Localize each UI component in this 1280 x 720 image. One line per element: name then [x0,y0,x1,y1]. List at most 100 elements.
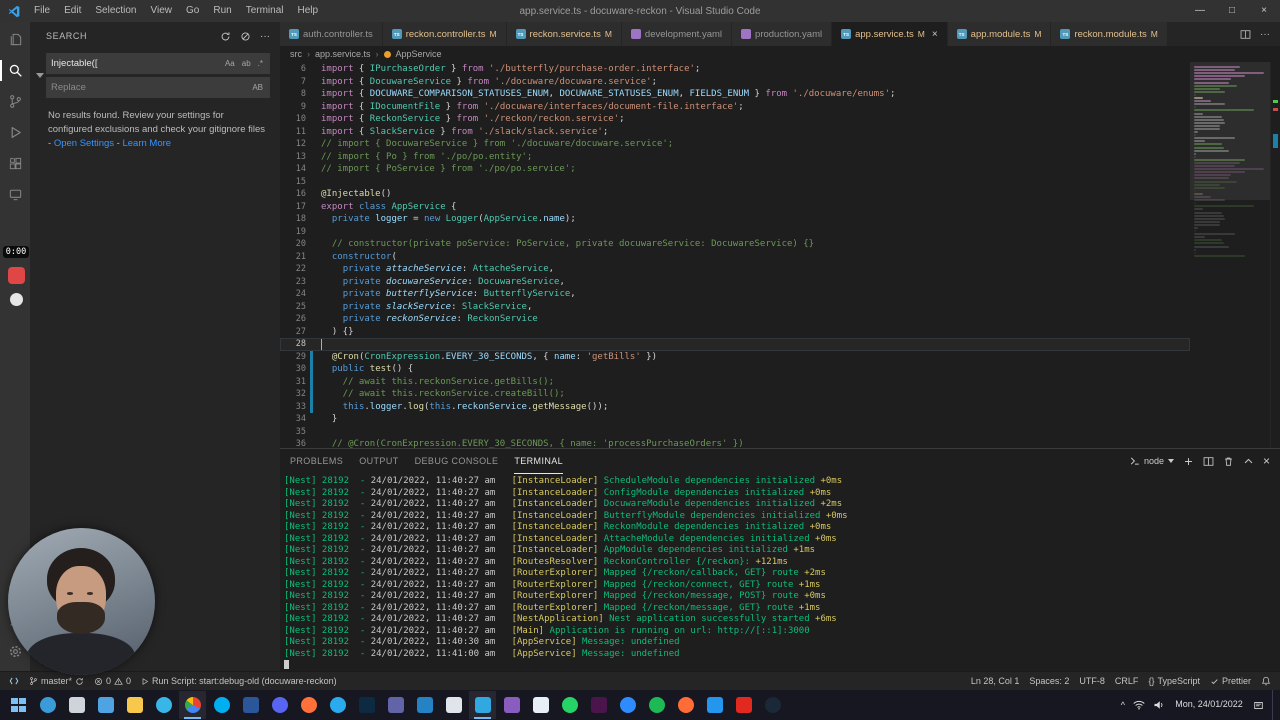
taskbar-slack-icon[interactable] [585,691,612,719]
tab-reckon.module.ts[interactable]: TS reckon.module.ts M [1051,22,1168,46]
split-terminal-icon[interactable] [1203,456,1214,467]
tray-chevron-up-icon[interactable]: ^ [1121,700,1125,710]
code-line[interactable]: 27 ) {} [280,326,1190,339]
volume-icon[interactable] [1153,700,1165,710]
code-line[interactable]: 6 import { IPurchaseOrder } from './butte… [280,63,1190,76]
taskbar-steam-icon[interactable] [759,691,786,719]
taskbar-postman-icon[interactable] [672,691,699,719]
code-line[interactable]: 17 export class AppService { [280,201,1190,214]
taskbar-mail-icon[interactable] [92,691,119,719]
tab-app.module.ts[interactable]: TS app.module.ts M [947,22,1052,46]
menu-run[interactable]: Run [206,0,238,22]
tab-production.yaml[interactable]: production.yaml [732,22,833,46]
eol-sequence[interactable]: CRLF [1110,672,1144,690]
taskbar-firefox-icon[interactable] [295,691,322,719]
action-center-icon[interactable] [1253,700,1264,711]
taskbar-visual-studio-icon[interactable] [498,691,525,719]
maximize-panel-icon[interactable] [1243,456,1254,467]
tab-reckon.service.ts[interactable]: TS reckon.service.ts M [506,22,622,46]
whole-word-toggle[interactable]: ab [240,59,253,68]
show-desktop-button[interactable] [1272,690,1277,720]
match-case-toggle[interactable]: Aa [223,59,237,68]
breadcrumb-symbol[interactable]: AppService [396,49,442,59]
maximize-icon[interactable]: □ [1216,0,1248,22]
taskbar-calculator-icon[interactable] [440,691,467,719]
notifications-bell[interactable] [1256,672,1276,690]
code-line[interactable]: 26 private reckonService: ReckonService [280,313,1190,326]
taskbar-word-icon[interactable] [237,691,264,719]
activity-explorer-icon[interactable] [0,24,30,55]
tab-auth.controller.ts[interactable]: TS auth.controller.ts [280,22,383,46]
minimap[interactable] [1190,62,1270,448]
code-line[interactable]: 16 @Injectable() [280,188,1190,201]
tab-problems[interactable]: PROBLEMS [290,449,343,474]
code-line[interactable]: 9 import { IDocumentFile } from './docuwa… [280,101,1190,114]
wifi-icon[interactable] [1133,700,1145,710]
activity-run-debug-icon[interactable] [0,117,30,148]
activity-source-control-icon[interactable] [0,86,30,117]
taskbar-telegram-icon[interactable] [324,691,351,719]
code-line[interactable]: 11 import { SlackService } from './slack/… [280,126,1190,139]
terminal-output[interactable]: [Nest] 28192 - 24/01/2022, 11:40:27 am [… [280,473,1280,671]
code-line[interactable]: 28 [280,338,1190,351]
terminal-shell-select[interactable]: node [1130,456,1174,466]
taskbar-docker-icon[interactable] [701,691,728,719]
taskbar-spotify-icon[interactable] [643,691,670,719]
menu-view[interactable]: View [144,0,180,22]
minimize-icon[interactable]: — [1184,0,1216,22]
formatter-status[interactable]: Prettier [1205,672,1256,690]
code-line[interactable]: 8 import { DOCUWARE_COMPARISON_STATUSES_E… [280,88,1190,101]
regex-toggle[interactable]: .* [256,59,265,68]
tab-output[interactable]: OUTPUT [359,449,398,474]
code-line[interactable]: 29 @Cron(CronExpression.EVERY_30_SECONDS… [280,350,1190,363]
breadcrumb-file[interactable]: app.service.ts [315,49,371,59]
more-editor-actions-icon[interactable]: ··· [1260,29,1270,40]
taskbar-chrome-icon[interactable] [179,691,206,719]
code-line[interactable]: 23 private docuwareService: DocuwareServ… [280,276,1190,289]
menu-file[interactable]: File [27,0,57,22]
split-editor-icon[interactable] [1240,29,1251,40]
menu-selection[interactable]: Selection [88,0,143,22]
code-line[interactable]: 19 [280,226,1190,239]
taskbar-outlook-icon[interactable] [411,691,438,719]
tab-app.service.ts[interactable]: TS app.service.ts M × [832,22,948,46]
taskbar-zoom-icon[interactable] [614,691,641,719]
breadcrumb-folder[interactable]: src [290,49,302,59]
taskbar-teams-icon[interactable] [382,691,409,719]
toggle-replace-icon[interactable] [34,50,46,101]
language-mode[interactable]: {} TypeScript [1143,672,1205,690]
code-editor[interactable]: 6 import { IPurchaseOrder } from './butte… [280,62,1190,448]
encoding[interactable]: UTF-8 [1074,672,1110,690]
code-line[interactable]: 21 constructor( [280,251,1190,264]
code-line[interactable]: 10 import { ReckonService } from './recko… [280,113,1190,126]
close-panel-icon[interactable]: × [1263,454,1270,468]
code-line[interactable]: 7 import { DocuwareService } from './docu… [280,76,1190,89]
code-line[interactable]: 35 [280,426,1190,439]
replace-all-button[interactable]: AB [250,83,265,92]
tab-development.yaml[interactable]: development.yaml [621,22,733,46]
code-line[interactable]: 33 this.logger.log(this.reckonService.ge… [280,400,1190,413]
clear-search-results-icon[interactable] [240,31,251,42]
taskbar-photoshop-icon[interactable] [353,691,380,719]
code-line[interactable]: 15 [280,176,1190,189]
taskbar-file-explorer-icon[interactable] [121,691,148,719]
taskbar-whatsapp-icon[interactable] [556,691,583,719]
kill-terminal-icon[interactable] [1223,456,1234,467]
activity-extensions-icon[interactable] [0,148,30,179]
taskbar-skype-icon[interactable] [208,691,235,719]
menu-edit[interactable]: Edit [57,0,88,22]
code-line[interactable]: 32 // await this.reckonService.createBil… [280,388,1190,401]
taskbar-vscode-icon[interactable] [469,691,496,719]
code-line[interactable]: 20 // constructor(private poService: PoS… [280,238,1190,251]
code-line[interactable]: 31 // await this.reckonService.getBills(… [280,375,1190,388]
taskbar-acrobat-icon[interactable] [730,691,757,719]
search-input[interactable]: Injectable([ Aa ab .* [46,53,270,74]
more-actions-icon[interactable]: ··· [260,31,270,42]
activity-search-icon[interactable] [0,55,30,86]
menu-terminal[interactable]: Terminal [239,0,291,22]
code-line[interactable]: 18 private logger = new Logger(AppServic… [280,213,1190,226]
code-line[interactable]: 22 private attacheService: AttacheServic… [280,263,1190,276]
code-line[interactable]: 34 } [280,413,1190,426]
taskbar-task-view-icon[interactable] [63,691,90,719]
taskbar-discord-icon[interactable] [266,691,293,719]
